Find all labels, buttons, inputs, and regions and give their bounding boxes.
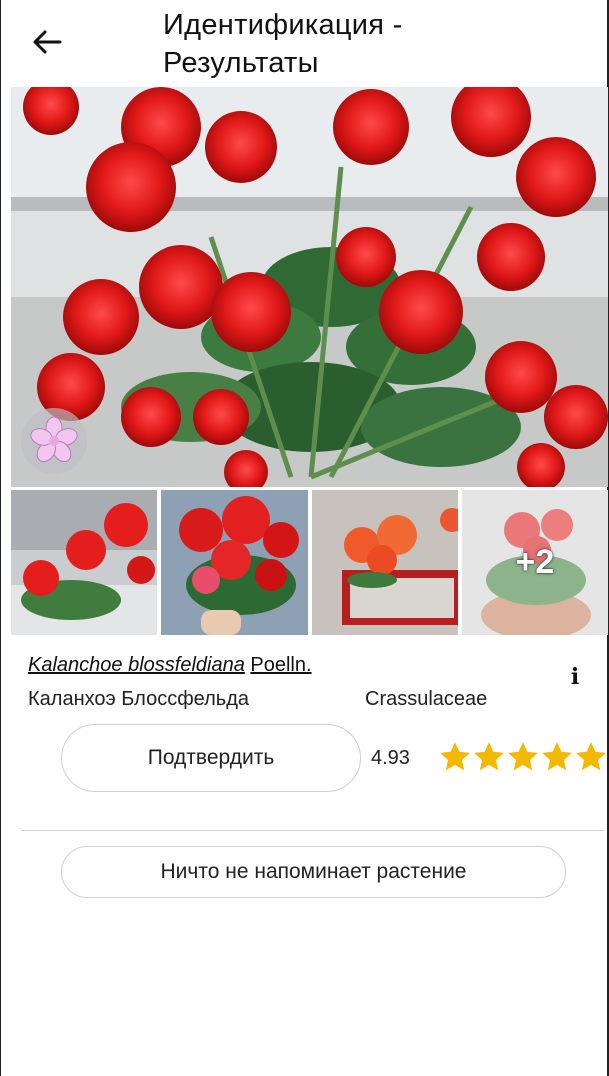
confirm-button[interactable]: Подтвердить [61, 724, 361, 792]
back-button[interactable] [27, 22, 67, 62]
star-icon [576, 742, 606, 771]
divider [21, 830, 604, 831]
star-icon [474, 742, 504, 771]
star-icon [542, 742, 572, 771]
page-title-line1: Идентификация - [163, 9, 403, 41]
arrow-left-icon [33, 30, 62, 54]
flower-organ-badge[interactable] [21, 408, 87, 474]
gallery-thumb-1[interactable] [11, 490, 158, 635]
star-icon [440, 742, 470, 771]
common-name: Каланхоэ Блоссфельда [28, 688, 249, 710]
flower-icon [30, 416, 78, 463]
not-a-plant-button[interactable]: Ничто не напоминает растение [61, 846, 566, 898]
star-icon [508, 742, 538, 771]
species-author: Poelln. [250, 654, 312, 676]
gallery-thumb-3[interactable] [311, 490, 458, 635]
main-plant-photo[interactable] [11, 87, 608, 487]
scientific-name[interactable]: Kalanchoe blossfeldiana [28, 654, 245, 676]
species-name[interactable]: Kalanchoe blossfeldiana Poelln. [28, 652, 312, 678]
more-photos-count: +2 [515, 543, 555, 581]
page-title-line2: Результаты [163, 47, 319, 79]
screen: Идентификация - Результаты +2 Kalanchoe … [0, 0, 609, 1076]
family-name: Crassulaceae [365, 688, 488, 710]
info-icon[interactable]: i [565, 664, 585, 690]
page-title: Идентификация - Результаты [163, 6, 543, 82]
match-score: 4.93 [371, 747, 410, 769]
gallery-thumb-2[interactable] [161, 490, 308, 635]
gallery-thumb-more[interactable]: +2 [461, 490, 608, 635]
header: Идентификация - Результаты [1, 0, 607, 87]
reference-gallery: +2 [11, 490, 608, 635]
rating-stars [438, 739, 608, 777]
